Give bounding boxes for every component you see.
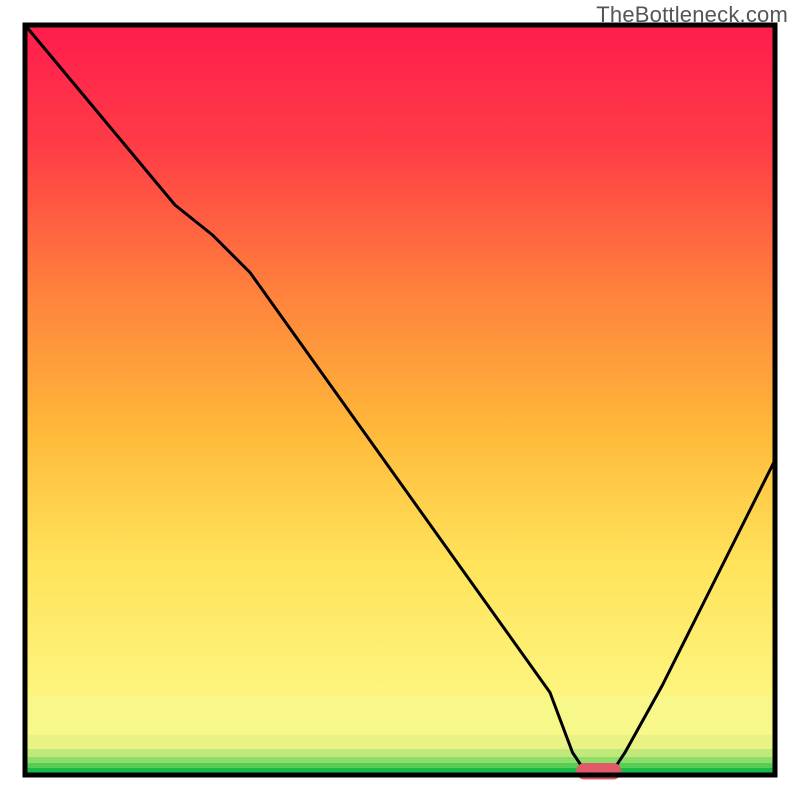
chart-svg <box>0 0 800 800</box>
band-mid-green <box>25 763 775 768</box>
gradient-background <box>25 25 775 697</box>
band-pale-yellow <box>25 697 775 735</box>
band-light-green-2 <box>25 757 775 763</box>
watermark-text: TheBottleneck.com <box>596 2 788 28</box>
band-yellow-green <box>25 735 775 749</box>
band-light-green-1 <box>25 749 775 757</box>
bottleneck-chart: TheBottleneck.com <box>0 0 800 800</box>
